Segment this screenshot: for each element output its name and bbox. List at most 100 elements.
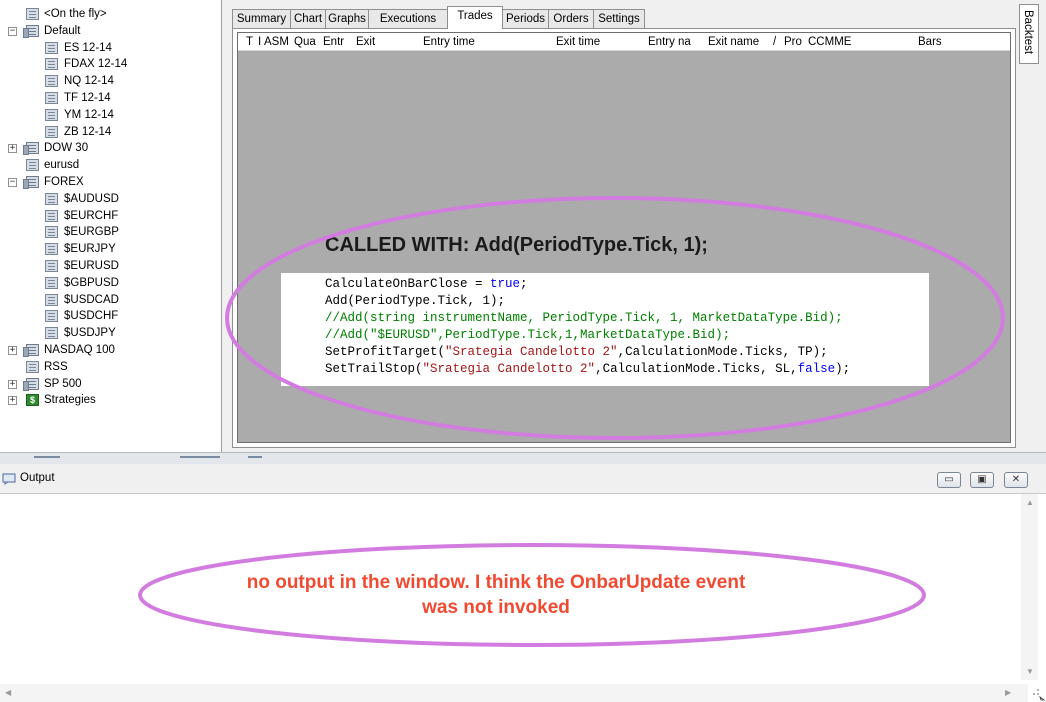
tab-orders[interactable]: Orders — [548, 9, 594, 28]
tree-item[interactable]: $EURCHF — [0, 208, 220, 225]
column-header[interactable]: I — [258, 33, 261, 51]
backtest-side-tab[interactable]: Backtest — [1019, 4, 1039, 64]
tab-trades[interactable]: Trades — [447, 6, 503, 29]
tree-item[interactable]: + $ Strategies — [0, 392, 220, 409]
column-header[interactable]: Qua — [294, 33, 316, 51]
instrument-icon — [26, 8, 39, 20]
code-token: "Srategia Candelotto 2" — [422, 362, 596, 376]
instrument-icon — [45, 108, 58, 121]
code-line: SetTrailStop("Srategia Candelotto 2",Cal… — [325, 361, 850, 378]
tab-executions[interactable]: Executions — [368, 9, 448, 28]
column-header[interactable]: Exit time — [556, 33, 600, 51]
column-header[interactable]: Entry time — [423, 33, 475, 51]
scroll-left-icon[interactable]: ◀ — [5, 688, 11, 697]
instrument-list-icon — [23, 377, 39, 391]
tree-item[interactable]: NQ 12-14 — [0, 73, 220, 90]
tree-item-label: YM 12-14 — [64, 108, 114, 121]
tree-item-label: <On the fly> — [44, 8, 107, 20]
expand-icon[interactable]: + — [8, 379, 17, 389]
expand-icon[interactable]: + — [8, 144, 17, 154]
restore-button[interactable]: ▣ — [970, 472, 994, 488]
tab-graphs[interactable]: Graphs — [325, 9, 369, 28]
column-header[interactable]: / — [773, 33, 776, 51]
column-header[interactable]: T — [246, 33, 253, 51]
tree-item[interactable]: + DOW 30 — [0, 140, 220, 157]
tree-item[interactable]: + SP 500 — [0, 376, 220, 393]
column-header[interactable]: Bars — [918, 33, 942, 51]
tree-item[interactable]: $AUDUSD — [0, 191, 220, 208]
tab-settings[interactable]: Settings — [593, 9, 645, 28]
tree-item[interactable]: $USDJPY — [0, 325, 220, 342]
output-vertical-scrollbar[interactable]: ▲ ▼ — [1021, 494, 1038, 680]
scroll-right-icon[interactable]: ▶ — [1005, 688, 1011, 697]
instrument-icon — [45, 310, 58, 323]
tree-item[interactable]: $EURUSD — [0, 258, 220, 275]
annotation-no-output: no output in the window. I think the Onb… — [140, 570, 852, 620]
tree-item[interactable]: $USDCAD — [0, 292, 220, 309]
close-button[interactable]: ✕ — [1004, 472, 1028, 488]
instrument-icon — [45, 243, 58, 256]
minimize-button[interactable]: ▭ — [937, 472, 961, 488]
tree-item-label: $EURJPY — [64, 243, 116, 256]
expand-icon[interactable]: + — [8, 346, 17, 355]
close-icon: ✕ — [1011, 474, 1021, 485]
tab-summary[interactable]: Summary — [232, 9, 291, 28]
panel-splitter[interactable] — [0, 452, 1046, 464]
column-header[interactable]: Entry na — [648, 33, 691, 51]
scroll-up-icon[interactable]: ▲ — [1026, 498, 1034, 507]
tree-item-label: $GBPUSD — [64, 276, 119, 289]
output-window-titlebar[interactable]: Output ▭ ▣ ✕ — [0, 464, 1046, 494]
tree-item-label: $EURCHF — [64, 209, 119, 222]
code-token: //Add("$EURUSD",PeriodType.Tick,1,Market… — [325, 328, 731, 342]
tree-item[interactable]: − Default — [0, 23, 220, 40]
output-horizontal-scrollbar[interactable]: ◀ ▶ — [0, 684, 1028, 702]
tab-periods[interactable]: Periods — [502, 9, 549, 28]
tree-item-label: ES 12-14 — [64, 41, 112, 54]
column-header[interactable]: CCMME — [808, 33, 851, 51]
resize-grip-icon[interactable] — [1028, 684, 1046, 702]
expand-icon[interactable]: + — [8, 396, 17, 406]
tree-item[interactable]: − FOREX — [0, 174, 220, 191]
column-header[interactable]: Entr — [323, 33, 344, 51]
code-token: //Add(string instrumentName, PeriodType.… — [325, 311, 843, 325]
tree-item-label: FOREX — [44, 176, 84, 188]
collapse-icon[interactable]: − — [8, 178, 17, 187]
instrument-tree[interactable]: <On the fly> − Default ES 12-14 FDAX 12-14 NQ… — [0, 0, 222, 452]
tree-item[interactable]: RSS — [0, 359, 220, 376]
code-line: //Add(string instrumentName, PeriodType.… — [325, 310, 843, 327]
tree-item-label: NASDAQ 100 — [44, 344, 115, 356]
column-header[interactable]: Exit — [356, 33, 375, 51]
tree-item-label: Strategies — [44, 394, 96, 407]
tree-item[interactable]: TF 12-14 — [0, 90, 220, 107]
tree-item-label: FDAX 12-14 — [64, 58, 128, 71]
scroll-down-icon[interactable]: ▼ — [1026, 667, 1034, 676]
column-header[interactable]: ASM — [264, 33, 289, 51]
instrument-icon — [45, 41, 58, 54]
tree-item-label: Default — [44, 24, 81, 37]
column-header[interactable]: Pro — [784, 33, 802, 51]
tree-item[interactable]: <On the fly> — [0, 6, 220, 23]
tree-item[interactable]: $EURJPY — [0, 241, 220, 258]
tree-item[interactable]: $USDCHF — [0, 308, 220, 325]
restore-icon: ▣ — [977, 474, 987, 485]
tree-item[interactable]: $EURGBP — [0, 224, 220, 241]
splitter-grip — [34, 456, 60, 458]
collapse-icon[interactable]: − — [8, 26, 17, 36]
tab-chart[interactable]: Chart — [290, 9, 326, 28]
instrument-list-icon — [23, 142, 39, 156]
code-line: Add(PeriodType.Tick, 1); — [325, 293, 505, 310]
tree-item-label: SP 500 — [44, 377, 82, 390]
backtest-side-tab-label: Backtest — [1022, 10, 1034, 55]
tree-item[interactable]: $GBPUSD — [0, 275, 220, 292]
instrument-icon — [26, 360, 39, 373]
column-header[interactable]: Exit name — [708, 33, 759, 51]
tree-item[interactable]: ES 12-14 — [0, 40, 220, 57]
tree-item[interactable]: YM 12-14 — [0, 107, 220, 124]
tree-item[interactable]: + NASDAQ 100 — [0, 342, 220, 359]
tree-item[interactable]: ZB 12-14 — [0, 124, 220, 141]
annotation-no-output-line2: was not invoked — [422, 597, 570, 618]
tree-item[interactable]: eurusd — [0, 157, 220, 174]
code-token: ,CalculationMode.Ticks, TP); — [617, 345, 828, 359]
tree-item[interactable]: FDAX 12-14 — [0, 56, 220, 73]
code-token: SetTrailStop( — [325, 362, 423, 376]
